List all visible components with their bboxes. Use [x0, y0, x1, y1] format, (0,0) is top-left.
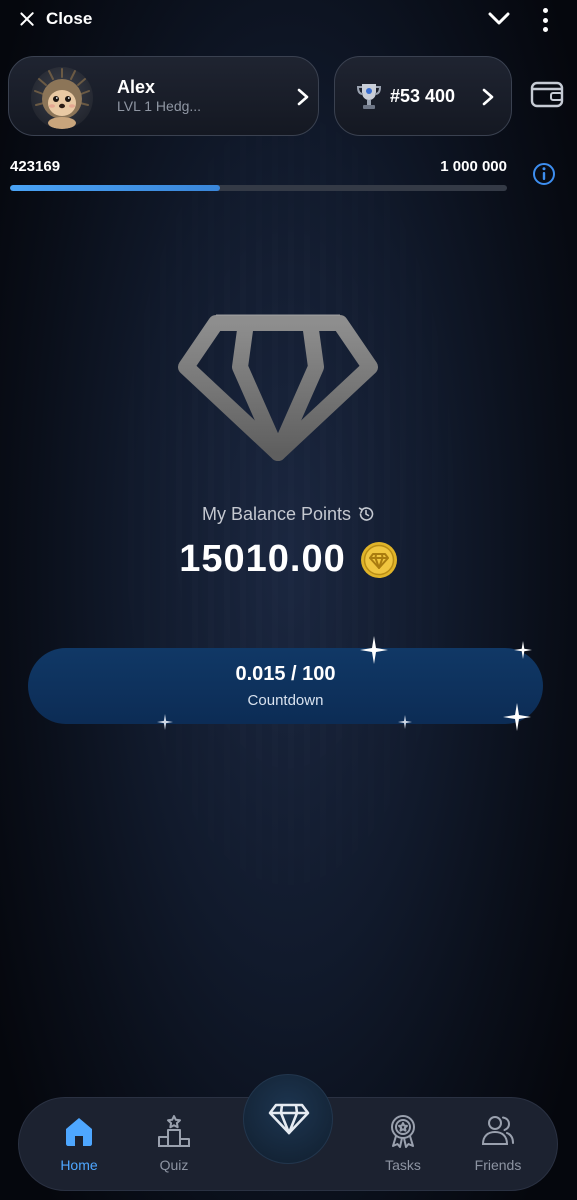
diamond-icon — [268, 1103, 310, 1135]
chevron-right-icon — [482, 88, 494, 106]
chevron-down-icon[interactable] — [486, 8, 512, 30]
progress-fill — [10, 185, 221, 191]
info-icon[interactable] — [532, 162, 556, 186]
close-label: Close — [46, 9, 93, 28]
nav-item-quiz[interactable]: Quiz — [134, 1098, 214, 1192]
trophy-icon — [356, 84, 382, 109]
nav-label-friends: Friends — [474, 1157, 522, 1173]
diamond-icon[interactable] — [170, 305, 384, 465]
profile-card[interactable]: Alex LVL 1 Hedg... — [8, 56, 319, 136]
history-icon[interactable] — [357, 505, 375, 523]
nav-label-home: Home — [60, 1157, 98, 1173]
top-bar: Close — [0, 0, 577, 40]
background-rays — [0, 0, 577, 1200]
avatar — [31, 67, 93, 129]
rank-value: #53 400 — [390, 86, 456, 106]
center-diamond-button[interactable] — [243, 1074, 333, 1164]
sparkle-icon — [398, 715, 412, 729]
close-button[interactable]: Close — [18, 7, 92, 31]
balance-value: 15010.00 — [179, 538, 346, 580]
progress-bar — [10, 185, 507, 191]
nav-label-tasks: Tasks — [385, 1157, 421, 1173]
sparkle-icon — [514, 641, 532, 659]
wallet-icon[interactable] — [530, 79, 564, 109]
balance-label-text: My Balance Points — [201, 504, 352, 524]
friends-icon — [481, 1116, 514, 1145]
sparkle-icon — [503, 703, 531, 731]
podium-icon — [158, 1115, 190, 1147]
sparkle-icon — [157, 714, 173, 730]
hedgehog-avatar-icon — [34, 68, 90, 129]
chevron-right-icon — [297, 88, 309, 106]
nav-item-friends[interactable]: Friends — [458, 1098, 538, 1192]
balance-label: My Balance Points — [0, 504, 577, 525]
nav-label-quiz: Quiz — [159, 1157, 189, 1173]
rank-card[interactable]: #53 400 — [334, 56, 512, 136]
countdown-label: Countdown — [247, 692, 324, 709]
countdown-button[interactable]: 0.015 / 100 Countdown — [28, 648, 543, 724]
profile-name: Alex — [117, 77, 156, 97]
home-icon — [66, 1118, 92, 1146]
balance-row: 15010.00 — [0, 538, 577, 581]
more-menu-icon[interactable] — [538, 8, 552, 32]
nav-item-home[interactable]: Home — [39, 1098, 119, 1192]
coin-icon — [360, 541, 397, 578]
profile-level: LVL 1 Hedg... — [117, 98, 202, 114]
award-icon — [391, 1115, 415, 1148]
nav-item-tasks[interactable]: Tasks — [363, 1098, 443, 1192]
progress-current: 423169 — [10, 158, 61, 175]
close-icon — [18, 10, 36, 28]
countdown-value: 0.015 / 100 — [235, 663, 336, 685]
progress-max: 1 000 000 — [440, 158, 507, 175]
sparkle-icon — [360, 636, 388, 664]
